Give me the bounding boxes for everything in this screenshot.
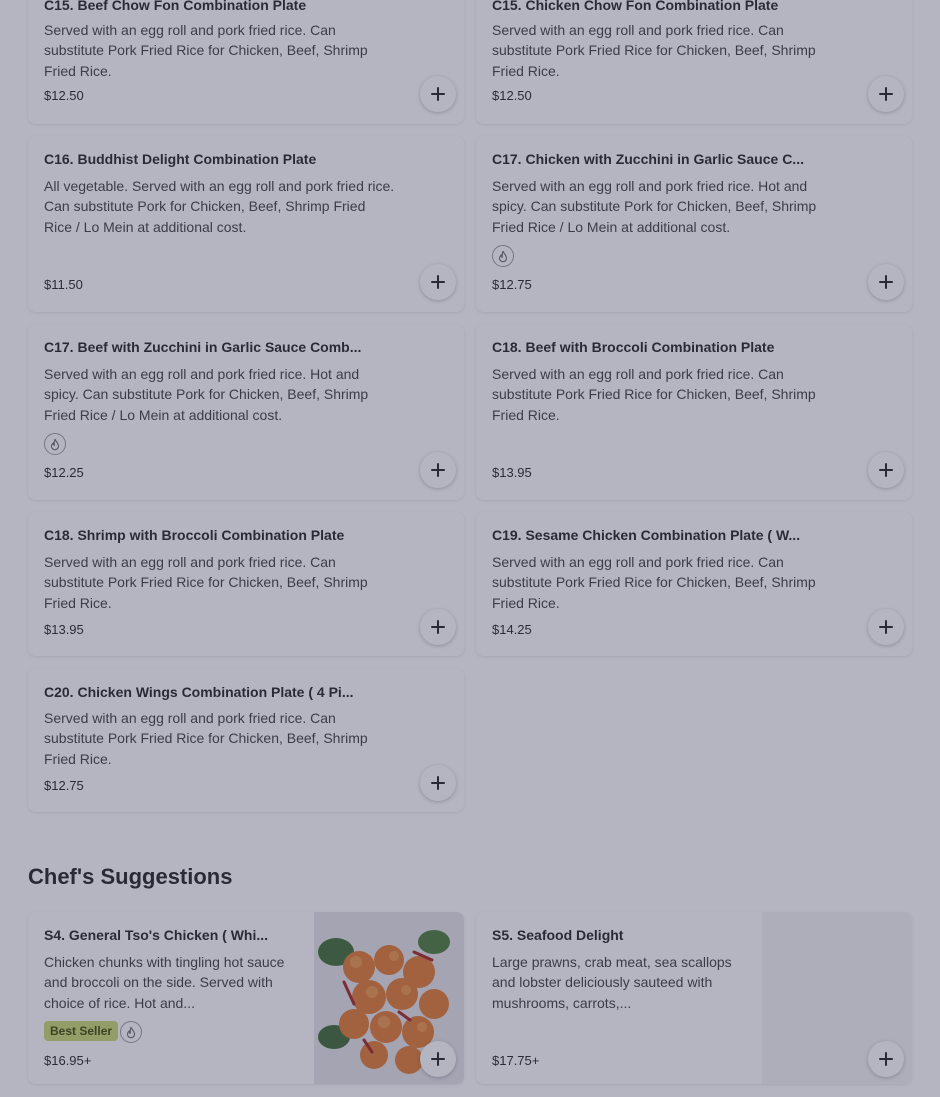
menu-item-title: C15. Beef Chow Fon Combination Plate <box>44 0 307 13</box>
plus-icon <box>431 1052 445 1066</box>
add-item-button[interactable] <box>868 264 904 300</box>
plus-icon <box>431 275 445 289</box>
suggestion-price: $16.95+ <box>44 1053 92 1068</box>
menu-item-description: Served with an egg roll and pork fried r… <box>492 366 816 423</box>
menu-item-price: $12.50 <box>492 88 532 103</box>
menu-item-title: C18. Beef with Broccoli Combination Plat… <box>492 339 775 355</box>
suggestion-card[interactable]: S5. Seafood Delight Large prawns, crab m… <box>476 912 912 1084</box>
section-title: Chef's Suggestions <box>28 864 233 889</box>
add-item-button[interactable] <box>868 76 904 112</box>
menu-item-title: C17. Beef with Zucchini in Garlic Sauce … <box>44 339 362 355</box>
menu-item-description: All vegetable. Served with an egg roll a… <box>44 178 395 235</box>
best-seller-badge: Best Seller <box>44 1021 119 1041</box>
menu-item-description: Served with an egg roll and pork fried r… <box>44 710 368 767</box>
menu-item-card[interactable]: C19. Sesame Chicken Combination Plate ( … <box>476 512 912 656</box>
menu-item-card[interactable]: C15. Beef Chow Fon Combination Plate Ser… <box>28 0 464 124</box>
menu-item-description: Served with an egg roll and pork fried r… <box>44 554 368 611</box>
menu-item-price: $12.25 <box>44 465 84 480</box>
suggestion-description: Large prawns, crab meat, sea scallops an… <box>492 954 732 1011</box>
menu-item-price: $12.75 <box>44 778 84 793</box>
suggestion-card[interactable]: S4. General Tso's Chicken ( Whi... Chick… <box>28 912 464 1084</box>
spicy-badge <box>120 1021 142 1043</box>
plus-icon <box>879 463 893 477</box>
add-item-button[interactable] <box>868 1041 904 1077</box>
menu-item-card[interactable]: C17. Beef with Zucchini in Garlic Sauce … <box>28 324 464 500</box>
plus-icon <box>431 620 445 634</box>
plus-icon <box>879 1052 893 1066</box>
suggestion-description: Chicken chunks with tingling hot sauce a… <box>44 954 285 1011</box>
add-item-button[interactable] <box>420 1041 456 1077</box>
menu-item-price: $13.95 <box>492 465 532 480</box>
flame-icon <box>126 1026 136 1038</box>
add-item-button[interactable] <box>868 452 904 488</box>
menu-item-description: Served with an egg roll and pork fried r… <box>44 366 369 423</box>
suggestion-price: $17.75+ <box>492 1053 540 1068</box>
plus-icon <box>879 87 893 101</box>
menu-item-card[interactable]: C17. Chicken with Zucchini in Garlic Sau… <box>476 136 912 312</box>
add-item-button[interactable] <box>420 765 456 801</box>
plus-icon <box>879 275 893 289</box>
menu-item-title: C15. Chicken Chow Fon Combination Plate <box>492 0 779 13</box>
add-item-button[interactable] <box>420 609 456 645</box>
menu-item-description: Served with an egg roll and pork fried r… <box>44 22 368 79</box>
add-item-button[interactable] <box>420 452 456 488</box>
menu-item-title: C17. Chicken with Zucchini in Garlic Sau… <box>492 151 804 167</box>
add-item-button[interactable] <box>420 76 456 112</box>
menu-item-description: Served with an egg roll and pork fried r… <box>492 554 816 611</box>
plus-icon <box>879 620 893 634</box>
add-item-button[interactable] <box>420 264 456 300</box>
plus-icon <box>431 463 445 477</box>
suggestion-title: S4. General Tso's Chicken ( Whi... <box>44 927 269 943</box>
menu-item-title: C18. Shrimp with Broccoli Combination Pl… <box>44 527 345 543</box>
menu-item-title: C19. Sesame Chicken Combination Plate ( … <box>492 527 801 543</box>
flame-icon <box>50 438 60 450</box>
menu-item-card[interactable]: C15. Chicken Chow Fon Combination Plate … <box>476 0 912 124</box>
add-item-button[interactable] <box>868 609 904 645</box>
suggestion-title: S5. Seafood Delight <box>492 927 624 943</box>
menu-item-description: Served with an egg roll and pork fried r… <box>492 22 816 79</box>
flame-icon <box>498 250 508 262</box>
spicy-badge <box>44 433 66 455</box>
menu-item-price: $11.50 <box>44 277 83 292</box>
menu-item-title: C20. Chicken Wings Combination Plate ( 4… <box>44 684 354 700</box>
menu-item-card[interactable]: C20. Chicken Wings Combination Plate ( 4… <box>28 668 464 812</box>
plus-icon <box>431 87 445 101</box>
menu-item-card[interactable]: C18. Beef with Broccoli Combination Plat… <box>476 324 912 500</box>
menu-item-price: $12.75 <box>492 277 532 292</box>
plus-icon <box>431 776 445 790</box>
menu-page: C15. Beef Chow Fon Combination Plate Ser… <box>0 0 940 1097</box>
spicy-badge <box>492 245 514 267</box>
menu-item-price: $14.25 <box>492 622 532 637</box>
menu-item-card[interactable]: C18. Shrimp with Broccoli Combination Pl… <box>28 512 464 656</box>
menu-item-title: C16. Buddhist Delight Combination Plate <box>44 151 317 167</box>
menu-item-price: $12.50 <box>44 88 84 103</box>
menu-item-description: Served with an egg roll and pork fried r… <box>492 178 817 235</box>
menu-item-price: $13.95 <box>44 622 84 637</box>
menu-item-card[interactable]: C16. Buddhist Delight Combination Plate … <box>28 136 464 312</box>
